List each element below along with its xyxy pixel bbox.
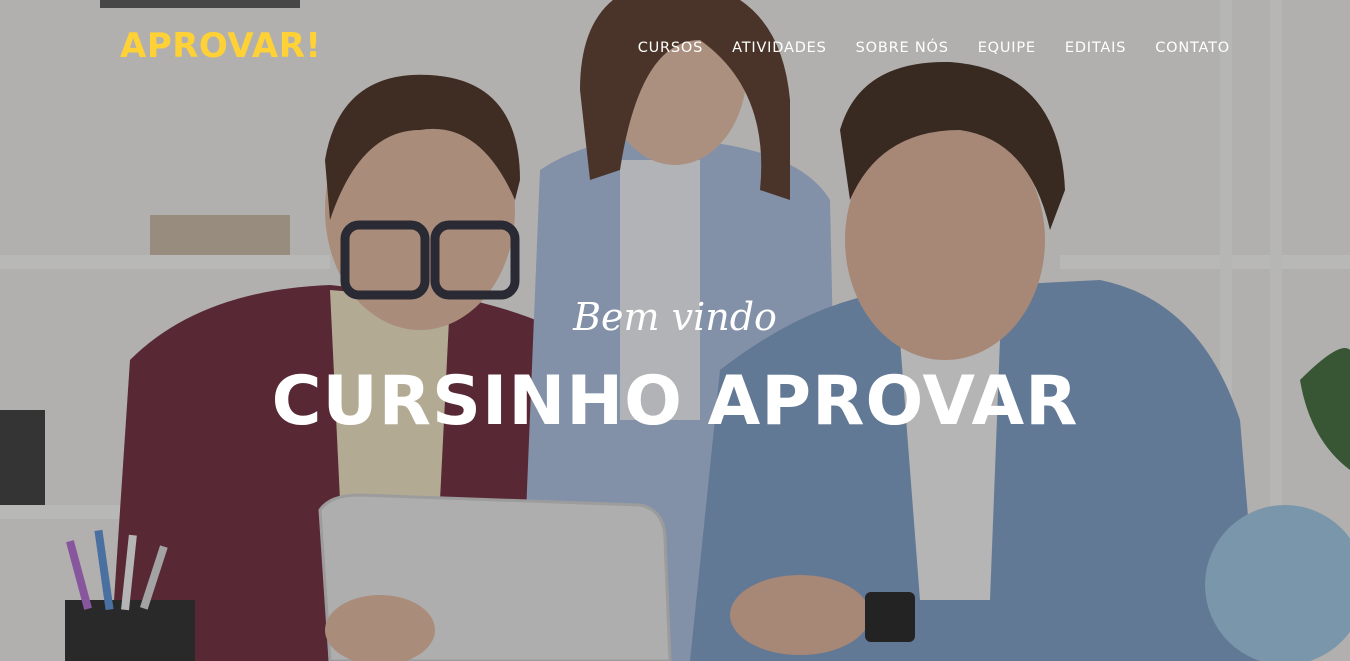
nav-menu: CURSOS ATIVIDADES SOBRE NÓS EQUIPE EDITA… <box>609 38 1230 58</box>
nav-link-atividades[interactable]: ATIVIDADES <box>732 40 826 56</box>
nav-link-editais[interactable]: EDITAIS <box>1065 40 1126 56</box>
main-navbar: APROVAR! CURSOS ATIVIDADES SOBRE NÓS EQU… <box>0 0 1350 96</box>
nav-link-sobre-nos[interactable]: SOBRE NÓS <box>856 40 949 56</box>
hero-heading: CURSINHO APROVAR <box>271 362 1079 441</box>
nav-item-equipe: EQUIPE <box>978 38 1036 58</box>
nav-item-atividades: ATIVIDADES <box>732 38 826 58</box>
nav-link-equipe[interactable]: EQUIPE <box>978 40 1036 56</box>
nav-link-cursos[interactable]: CURSOS <box>638 40 703 56</box>
hero-section: APROVAR! CURSOS ATIVIDADES SOBRE NÓS EQU… <box>0 0 1350 661</box>
nav-item-contato: CONTATO <box>1155 38 1230 58</box>
nav-item-sobre-nos: SOBRE NÓS <box>856 38 949 58</box>
hero-lead-in: Bem vindo <box>573 295 777 339</box>
nav-link-contato[interactable]: CONTATO <box>1155 40 1230 56</box>
brand-logo-link[interactable]: APROVAR! <box>120 24 321 68</box>
nav-item-editais: EDITAIS <box>1065 38 1126 58</box>
nav-item-cursos: CURSOS <box>638 38 703 58</box>
